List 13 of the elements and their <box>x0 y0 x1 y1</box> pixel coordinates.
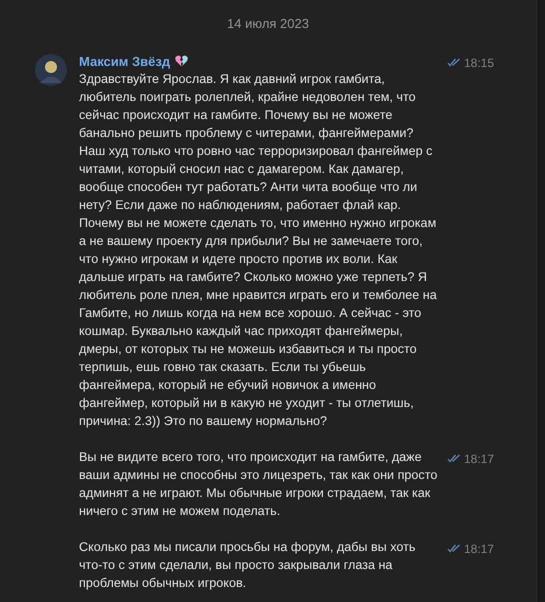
double-check-icon <box>447 544 461 553</box>
broken-heart-icon <box>175 55 188 67</box>
message-text: Вы не видите всего того, что происходит на гамбите, даже ваши админы не способны это лицезреть, так как они просто админят а не играют. Мы обычные игроки страдаем, так как ничего с этим не можем поделать. <box>79 449 438 520</box>
date-separator: 14 июля 2023 <box>226 15 310 33</box>
message-time: 18:17 <box>464 542 494 556</box>
author-name[interactable]: Максим Звёзд <box>79 54 170 68</box>
message-time: 18:17 <box>464 452 494 466</box>
message-time: 18:15 <box>464 56 494 70</box>
double-check-icon <box>447 58 461 67</box>
message-text: Здравствуйте Ярослав. Я как давний игрок гамбита, любитель поиграть ролеплей, крайне недоволен тем, что сейчас происходит на гамбите. Почему вы не можете банально решить проблему с читерами, фангеймерами? Наш худ только что ровно час терроризировал фангеймер с читами, который сносил нас с дамагером. Как дамагер, вообще способен тут работать? Анти чита вообще что ли нету? Если даже по наблюдениям, работает флай кар. Почему вы не можете сделать то, что именно нужно игрокам а не вашему проекту для прибыли? Вы не замечаете того, что нужно игрокам и идете просто против их воли. Как дальше играть на гамбите? Сколько можно уже терпеть? Я любитель роле плея, мне нравится играть его и темболее на Гамбите, но лишь когда на нем все хорошо. А сейчас - это кошмар. Буквально каждый час приходят фангеймеры, дмеры, от которых ты не можешь избавиться и ты просто терпишь, ешь говно так сказать. Если ты убьешь фангеймера, который не ебучий новичок а именно фангеймер, который ни в какую не уходит - ты отлетишь, причина: 2.3)) Это по вашему нормально? <box>79 71 438 430</box>
avatar[interactable] <box>35 54 67 86</box>
double-check-icon <box>447 454 461 463</box>
message-text: Сколько раз мы писали просьбы на форум, дабы вы хоть что-то с этим сделали, вы просто закрывали глаза на проблемы обычных игроков. <box>79 539 416 592</box>
